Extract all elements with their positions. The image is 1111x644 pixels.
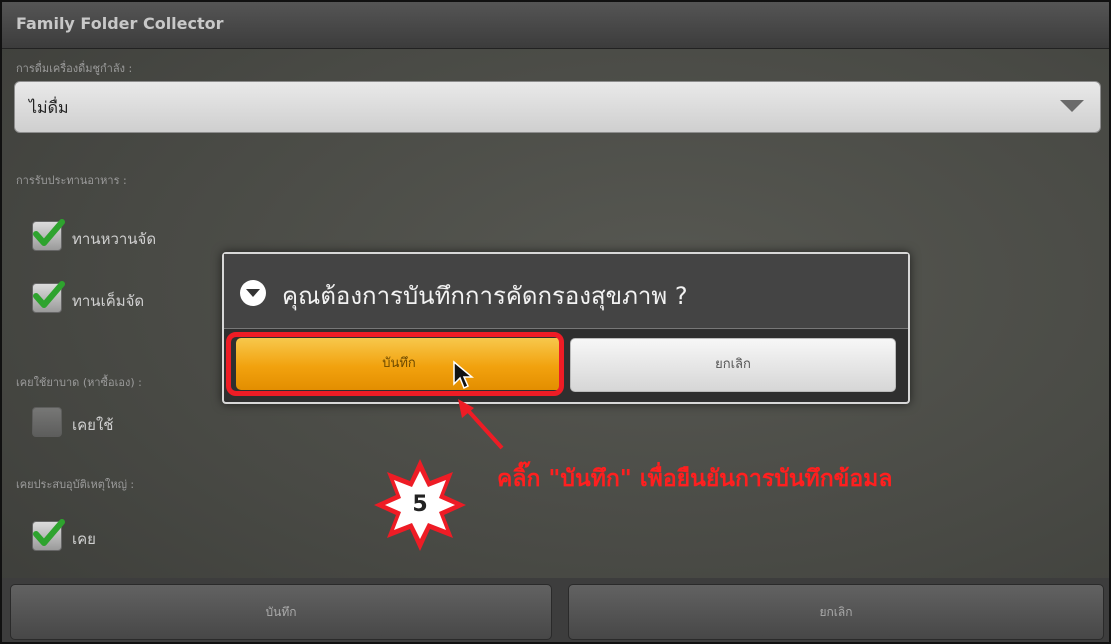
chevron-down-circle-icon bbox=[240, 280, 266, 306]
accident-label: เคยประสบอุบัติเหตุใหญ่ : bbox=[16, 478, 135, 491]
alcohol-select[interactable]: ไม่ดื่ม bbox=[14, 81, 1101, 133]
checkbox-drug[interactable] bbox=[32, 407, 62, 437]
checkbox-salty-label: ทานเค็มจัด bbox=[72, 292, 145, 310]
alcohol-select-value: ไม่ดื่ม bbox=[29, 98, 69, 117]
app-title: Family Folder Collector bbox=[16, 14, 224, 33]
check-icon bbox=[33, 219, 65, 246]
checkbox-salty[interactable] bbox=[32, 281, 65, 313]
pointer-arrow-icon bbox=[458, 399, 504, 450]
dropdown-arrow-icon bbox=[1060, 100, 1084, 112]
checkbox-accident-label: เคย bbox=[72, 530, 96, 548]
alcohol-label: การดื่มเครื่องดื่มชูกำลัง : bbox=[16, 62, 133, 75]
bottom-cancel-button[interactable]: ยกเลิก bbox=[568, 584, 1104, 640]
food-label: การรับประทานอาหาร : bbox=[16, 174, 127, 187]
checkbox-accident[interactable] bbox=[32, 519, 65, 551]
title-bar: Family Folder Collector bbox=[2, 2, 1109, 49]
bottom-action-bar: บันทึก ยกเลิก bbox=[2, 578, 1109, 642]
dialog-cancel-button[interactable]: ยกเลิก bbox=[570, 338, 896, 392]
check-icon bbox=[33, 519, 65, 546]
highlight-box bbox=[226, 332, 564, 396]
checkbox-drug-label: เคยใช้ bbox=[72, 416, 114, 434]
mouse-cursor-icon bbox=[453, 360, 474, 390]
instruction-note: คลิ๊ก "บันทึก" เพื่อยืนยันการบันทึกข้อมล bbox=[497, 466, 893, 492]
dialog-title-bar: คุณต้องการบันทึกการคัดกรองสุขภาพ ? bbox=[224, 254, 908, 329]
step-number: 5 bbox=[412, 492, 428, 517]
checkbox-sweet-label: ทานหวานจัด bbox=[72, 230, 157, 248]
step-badge: 5 bbox=[372, 457, 468, 557]
check-icon bbox=[33, 281, 65, 308]
bottom-save-button[interactable]: บันทึก bbox=[10, 584, 552, 640]
dialog-title: คุณต้องการบันทึกการคัดกรองสุขภาพ ? bbox=[282, 282, 688, 310]
drug-label: เคยใช้ยาบาด (หาซื้อเอง) : bbox=[16, 376, 142, 389]
checkbox-sweet[interactable] bbox=[32, 219, 65, 251]
